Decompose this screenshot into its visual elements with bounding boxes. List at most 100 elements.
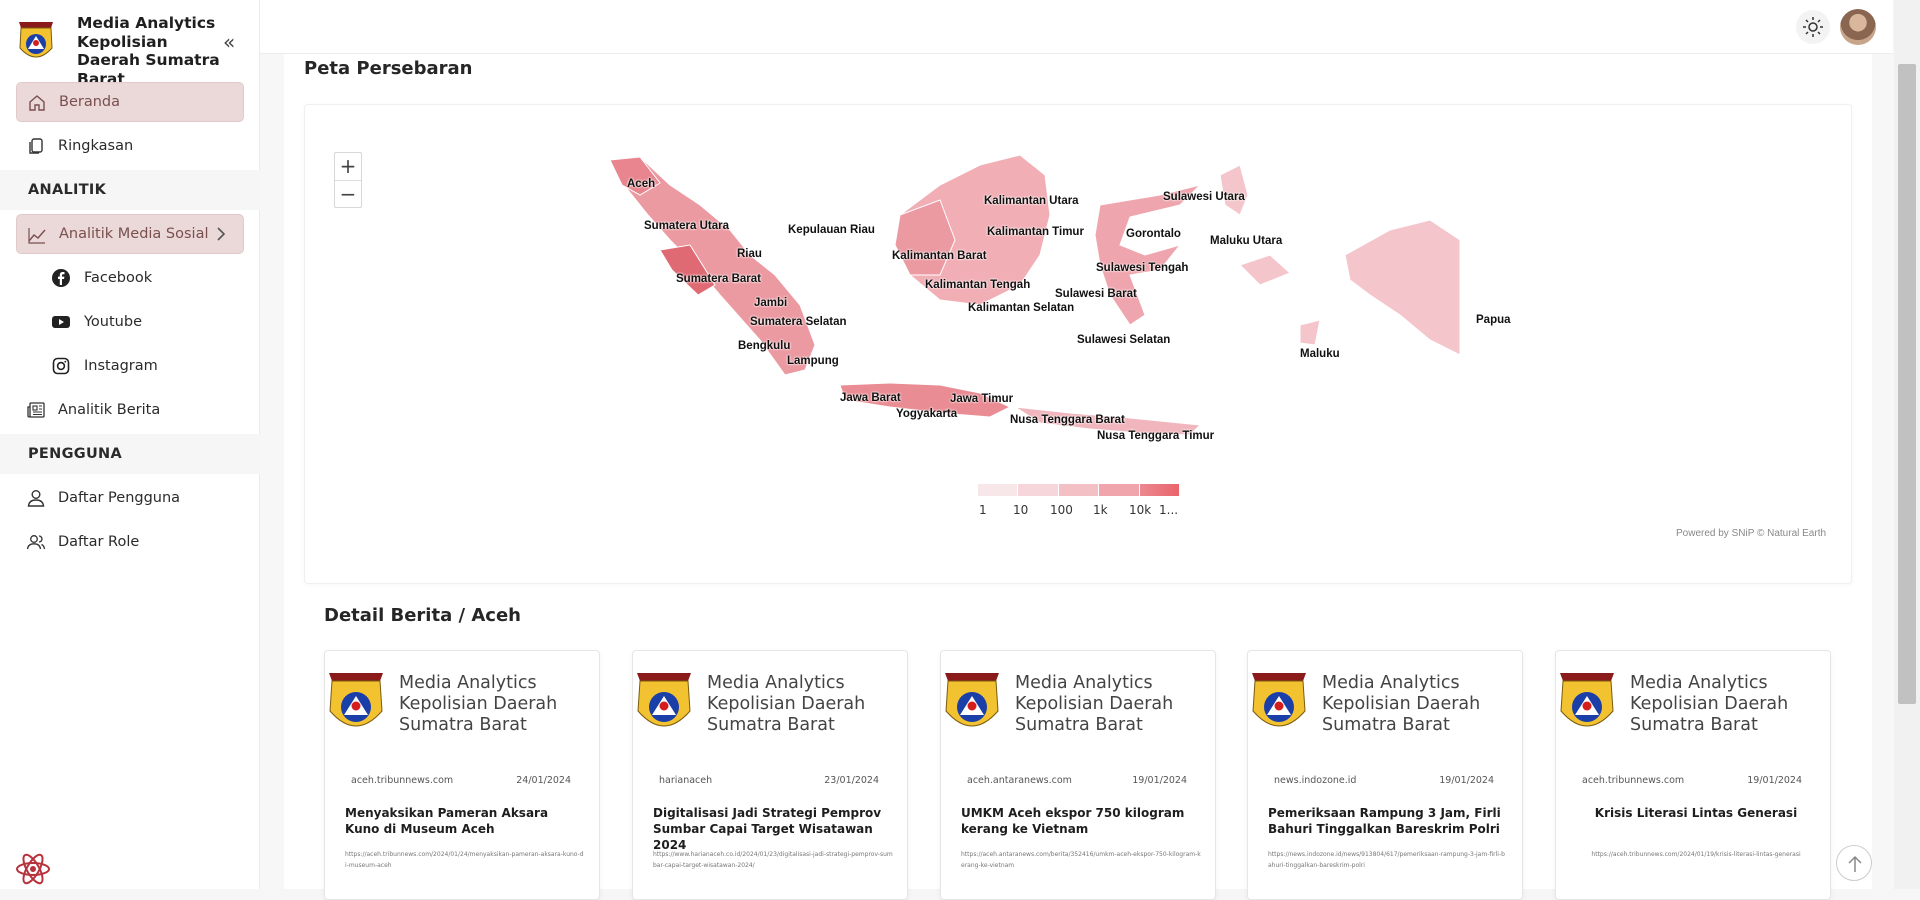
theme-toggle-button[interactable] [1796, 10, 1830, 44]
news-source: aceh.tribunnews.com [351, 775, 454, 786]
sidebar-item-daftar-pengguna[interactable]: Daftar Pengguna [16, 478, 244, 518]
sidebar-item-youtube[interactable]: Youtube [16, 302, 244, 342]
legend-swatch [1099, 484, 1140, 496]
map-attribution: Powered by SNiP © Natural Earth [1676, 528, 1827, 539]
sidebar-item-label: Ringkasan [58, 138, 134, 154]
police-logo-icon [1560, 673, 1614, 727]
zoom-in-button[interactable]: + [335, 153, 361, 180]
topbar [260, 0, 1893, 54]
sidebar-item-label: Daftar Pengguna [58, 490, 181, 506]
legend-label: 10 [1013, 503, 1029, 517]
sidebar-item-label: Beranda [59, 94, 120, 110]
map-label-kepri: Kepulauan Riau [788, 224, 875, 236]
news-url[interactable]: https://news.indozone.id/news/913804/617… [1268, 849, 1508, 871]
map-label-jambi: Jambi [754, 297, 788, 309]
news-date: 19/01/2024 [1132, 775, 1187, 786]
sidebar-item-instagram[interactable]: Instagram [16, 346, 244, 386]
sidebar-nav: Beranda Ringkasan ANALITIK Analitik Medi… [0, 82, 260, 566]
news-url[interactable]: https://aceh.antaranews.com/berita/35241… [961, 849, 1201, 871]
legend-swatch [978, 484, 1019, 496]
user-icon [27, 490, 45, 507]
sun-icon [1803, 17, 1823, 37]
news-headline[interactable]: Menyaksikan Pameran Aksara Kuno di Museu… [345, 805, 585, 837]
map-label-sulut: Sulawesi Utara [1163, 191, 1245, 203]
brand: Media Analytics Kepolisian Daerah Sumatr… [16, 12, 256, 88]
region-papua [1344, 219, 1461, 356]
collapse-sidebar-icon[interactable]: « [223, 32, 245, 54]
map-label-lampung: Lampung [787, 355, 839, 367]
news-headline[interactable]: Krisis Literasi Lintas Generasi [1576, 805, 1816, 821]
news-date: 19/01/2024 [1439, 775, 1494, 786]
news-url[interactable]: https://aceh.tribunnews.com/2024/01/24/m… [345, 849, 585, 871]
map-label-kalbar: Kalimantan Barat [892, 250, 987, 262]
sidebar-item-ringkasan[interactable]: Ringkasan [16, 126, 244, 166]
map-label-yogya: Yogyakarta [896, 408, 958, 420]
map-label-ntb: Nusa Tenggara Barat [1010, 414, 1125, 426]
police-logo-icon [1252, 673, 1306, 727]
news-brand: Media Analytics Kepolisian Daerah Sumatr… [399, 673, 558, 735]
copy-icon [29, 138, 43, 154]
news-brand: Media Analytics Kepolisian Daerah Sumatr… [1630, 673, 1789, 735]
page-title: Peta Persebaran [304, 58, 473, 79]
news-source: harianaceh [659, 775, 713, 786]
arrow-up-icon [1848, 855, 1862, 872]
map-label-sumut: Sumatera Utara [644, 220, 730, 232]
map-legend-scale [978, 484, 1181, 496]
map-label-bengkulu: Bengkulu [738, 340, 791, 352]
home-icon [29, 95, 45, 111]
news-brand: Media Analytics Kepolisian Daerah Sumatr… [1322, 673, 1481, 735]
instagram-icon [52, 357, 70, 375]
news-headline[interactable]: Digitalisasi Jadi Strategi Pemprov Sumba… [653, 805, 893, 853]
section-pengguna: PENGGUNA [0, 434, 260, 474]
avatar[interactable] [1840, 9, 1876, 45]
legend-label: 10k [1129, 503, 1152, 517]
legend-label: 1... [1159, 503, 1179, 517]
map-label-kaltim: Kalimantan Timur [987, 226, 1084, 238]
news-url[interactable]: https://aceh.tribunnews.com/2024/01/19/k… [1576, 849, 1816, 860]
scroll-to-top-button[interactable] [1836, 845, 1872, 881]
sidebar-item-label: Daftar Role [58, 534, 140, 550]
facebook-icon [52, 269, 70, 287]
trend-chart-icon [28, 228, 46, 244]
youtube-icon [52, 316, 70, 328]
map-label-gorontalo: Gorontalo [1126, 228, 1181, 240]
chevron-right-icon [217, 227, 226, 241]
news-card[interactable]: Media Analytics Kepolisian Daerah Sumatr… [324, 650, 600, 900]
news-card[interactable]: Media Analytics Kepolisian Daerah Sumatr… [632, 650, 908, 900]
news-card[interactable]: Media Analytics Kepolisian Daerah Sumatr… [940, 650, 1216, 900]
map-label-jatim: Jawa Timur [950, 393, 1014, 405]
map-label-sumbar: Sumatera Barat [676, 273, 762, 285]
legend-swatch [1018, 484, 1059, 496]
sidebar-item-analitik-berita[interactable]: Analitik Berita [16, 390, 244, 430]
news-card[interactable]: Media Analytics Kepolisian Daerah Sumatr… [1247, 650, 1523, 900]
news-source: news.indozone.id [1274, 775, 1357, 786]
news-headline[interactable]: Pemeriksaan Rampung 3 Jam, Firli Bahuri … [1268, 805, 1508, 837]
sidebar-item-beranda[interactable]: Beranda [16, 82, 244, 122]
map-label-papua: Papua [1476, 314, 1511, 326]
map-label-aceh: Aceh [627, 178, 656, 190]
sidebar-item-label: Instagram [84, 358, 158, 374]
section-analitik: ANALITIK [0, 170, 260, 210]
map-label-sumsel: Sumatera Selatan [750, 316, 847, 328]
sidebar-item-facebook[interactable]: Facebook [16, 258, 244, 298]
news-date: 23/01/2024 [824, 775, 879, 786]
sidebar-item-analitik-media-sosial[interactable]: Analitik Media Sosial [16, 214, 244, 254]
map-label-riau: Riau [737, 248, 762, 260]
users-icon [26, 535, 46, 550]
scrollbar-thumb[interactable] [1898, 64, 1916, 704]
news-headline[interactable]: UMKM Aceh ekspor 750 kilogram kerang ke … [961, 805, 1201, 837]
legend-label: 100 [1050, 503, 1073, 517]
news-date: 24/01/2024 [516, 775, 571, 786]
map-label-malut: Maluku Utara [1210, 235, 1283, 247]
news-source: aceh.antaranews.com [967, 775, 1072, 786]
legend-swatch [1058, 484, 1100, 496]
sidebar-item-label: Analitik Berita [58, 402, 161, 418]
map-label-ntt: Nusa Tenggara Timur [1097, 430, 1215, 442]
zoom-out-button[interactable]: − [335, 180, 361, 207]
sidebar-item-daftar-role[interactable]: Daftar Role [16, 522, 244, 562]
news-card[interactable]: Media Analytics Kepolisian Daerah Sumatr… [1555, 650, 1831, 900]
map-label-kalut: Kalimantan Utara [984, 195, 1079, 207]
sidebar-item-label: Youtube [84, 314, 142, 330]
map-label-sulbar: Sulawesi Barat [1055, 288, 1137, 300]
news-url[interactable]: https://www.harianaceh.co.id/2024/01/23/… [653, 849, 893, 871]
